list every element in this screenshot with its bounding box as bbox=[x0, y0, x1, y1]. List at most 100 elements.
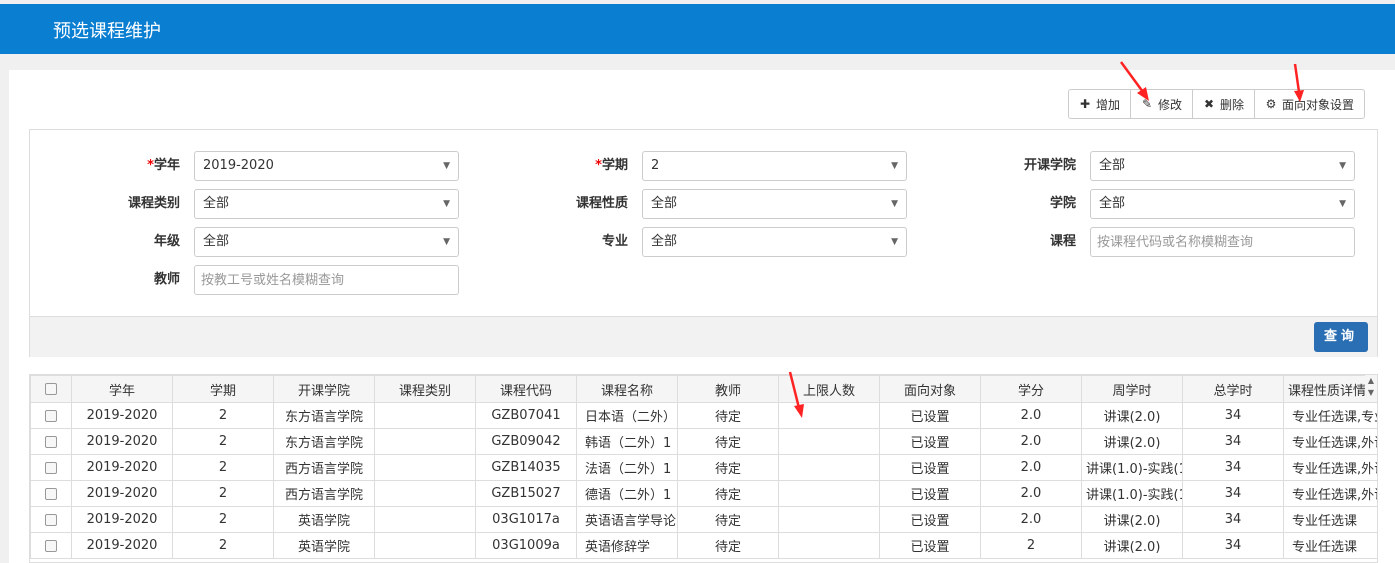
nianji-label: 年级 bbox=[153, 234, 180, 249]
table-cell: 已设置 bbox=[879, 532, 981, 559]
table-cell bbox=[778, 454, 880, 481]
chevron-down-icon: ▼ bbox=[1339, 199, 1346, 209]
table-cell: 34 bbox=[1182, 454, 1284, 481]
row-checkbox[interactable] bbox=[45, 539, 57, 552]
table-cell: 讲课(2.0) bbox=[1081, 428, 1183, 455]
table-cell: 34 bbox=[1182, 532, 1284, 559]
table-cell: 讲课(2.0) bbox=[1081, 506, 1183, 533]
kecheng-leibie-label: 课程类别 bbox=[127, 196, 180, 211]
row-select-cell bbox=[30, 506, 72, 533]
table-cell: 专业任选课 bbox=[1283, 506, 1377, 533]
table-cell bbox=[374, 506, 476, 533]
chevron-down-icon: ▼ bbox=[891, 161, 898, 171]
table-cell: GZB14035 bbox=[475, 454, 577, 481]
column-header[interactable]: 周学时 bbox=[1081, 375, 1183, 403]
table-cell: 2.0 bbox=[980, 428, 1082, 455]
nianji-value: 全部 bbox=[203, 234, 230, 249]
target-settings-button-label: 面向对象设置 bbox=[1282, 97, 1355, 112]
column-header[interactable]: 总学时 bbox=[1182, 375, 1284, 403]
column-header[interactable]: 学分 bbox=[980, 375, 1082, 403]
required-mark: * bbox=[147, 158, 154, 173]
column-header[interactable]: 课程类别 bbox=[374, 375, 476, 403]
row-checkbox[interactable] bbox=[45, 487, 57, 500]
edit-button[interactable]: ✎ 修改 bbox=[1130, 90, 1192, 118]
column-header[interactable]: 学年 bbox=[71, 375, 173, 403]
column-header[interactable]: 教师 bbox=[677, 375, 779, 403]
row-checkbox[interactable] bbox=[45, 409, 57, 422]
row-select-cell bbox=[30, 428, 72, 455]
filter-row-3: 年级 全部 ▼ 专业 全部 ▼ 课程 bbox=[30, 227, 1377, 257]
gear-icon: ⚙ bbox=[1265, 97, 1277, 111]
kecheng-search-input[interactable] bbox=[1090, 227, 1355, 257]
table-row[interactable]: 2019-2020 2 西方语言学院 GZB15027 德语（二外）1 待定 已设置 2.0 讲… bbox=[30, 480, 1377, 507]
table-cell: 03G1017a bbox=[475, 506, 577, 533]
kecheng-xingzhi-select[interactable]: 全部 ▼ bbox=[642, 189, 907, 219]
table-cell: 2.0 bbox=[980, 402, 1082, 429]
page-title: 预选课程维护 bbox=[53, 21, 161, 42]
select-all-checkbox[interactable] bbox=[45, 383, 57, 395]
table-cell: 德语（二外）1 bbox=[576, 480, 678, 507]
table-cell: 讲课(1.0)-实践(1.0) bbox=[1081, 480, 1183, 507]
table-cell: 已设置 bbox=[879, 506, 981, 533]
column-header[interactable]: 开课学院 bbox=[273, 375, 375, 403]
page-header: 预选课程维护 bbox=[0, 4, 1395, 54]
table-row[interactable]: 2019-2020 2 东方语言学院 GZB09042 韩语（二外）1 待定 已设置 2.0 讲… bbox=[30, 428, 1377, 455]
table-cell: 法语（二外）1 bbox=[576, 454, 678, 481]
table-cell: 34 bbox=[1182, 506, 1284, 533]
target-settings-button[interactable]: ⚙ 面向对象设置 bbox=[1254, 90, 1364, 118]
table-cell: 2 bbox=[172, 428, 274, 455]
toolbar: ✚ 增加 ✎ 修改 ✖ 删除 ⚙ 面向对象设置 bbox=[1068, 89, 1366, 119]
table-row[interactable]: 2019-2020 2 东方语言学院 GZB07041 日本语（二外） 待定 已设置 2.0 讲… bbox=[30, 402, 1377, 429]
column-header[interactable]: 课程代码 bbox=[475, 375, 577, 403]
add-button[interactable]: ✚ 增加 bbox=[1069, 90, 1130, 118]
delete-button[interactable]: ✖ 删除 bbox=[1192, 90, 1254, 118]
row-checkbox[interactable] bbox=[45, 435, 57, 448]
column-header[interactable]: 上限人数 bbox=[778, 375, 880, 403]
table-row[interactable]: 2019-2020 2 英语学院 03G1017a 英语语言学导论 待定 已设置 2.0 讲课(… bbox=[30, 506, 1377, 533]
table-row[interactable]: 2019-2020 2 英语学院 03G1009a 英语修辞学 待定 已设置 2 讲课(2.0)… bbox=[30, 532, 1377, 559]
chevron-down-icon: ▼ bbox=[443, 199, 450, 209]
column-header[interactable]: 学期 bbox=[172, 375, 274, 403]
row-checkbox[interactable] bbox=[45, 513, 57, 526]
table-cell: 英语语言学导论 bbox=[576, 506, 678, 533]
table-cell: 34 bbox=[1182, 402, 1284, 429]
column-header[interactable]: 课程性质详情 bbox=[1283, 375, 1377, 403]
xueyuan-select[interactable]: 全部 ▼ bbox=[1090, 189, 1355, 219]
table-cell: GZB07041 bbox=[475, 402, 577, 429]
table-cell: 2019-2020 bbox=[71, 402, 173, 429]
filter-row-1: *学年 2019-2020 ▼ *学期 2 ▼ 开课学院 全部 ▼ bbox=[30, 151, 1377, 181]
chevron-down-icon: ▼ bbox=[891, 199, 898, 209]
table-cell: 2.0 bbox=[980, 480, 1082, 507]
row-checkbox[interactable] bbox=[45, 461, 57, 474]
kaike-xueyuan-select[interactable]: 全部 ▼ bbox=[1090, 151, 1355, 181]
column-header[interactable]: 面向对象 bbox=[879, 375, 981, 403]
table-cell bbox=[778, 402, 880, 429]
edit-button-label: 修改 bbox=[1158, 97, 1183, 112]
query-button[interactable]: 查询 bbox=[1314, 322, 1368, 352]
table-cell: GZB15027 bbox=[475, 480, 577, 507]
table-cell: 西方语言学院 bbox=[273, 480, 375, 507]
table-cell: 待定 bbox=[677, 454, 779, 481]
table-cell: 34 bbox=[1182, 480, 1284, 507]
table-cell: 2019-2020 bbox=[71, 454, 173, 481]
table-cell bbox=[374, 454, 476, 481]
table-cell: 专业任选课,外语 bbox=[1283, 480, 1377, 507]
table-cell: 03G1009a bbox=[475, 532, 577, 559]
table-cell bbox=[778, 428, 880, 455]
chevron-down-icon: ▼ bbox=[1339, 161, 1346, 171]
table-row[interactable]: 2019-2020 2 西方语言学院 GZB14035 法语（二外）1 待定 已设置 2.0 讲… bbox=[30, 454, 1377, 481]
column-scroll-icon[interactable]: ▲ ▼ bbox=[1365, 375, 1377, 402]
kecheng-leibie-select[interactable]: 全部 ▼ bbox=[194, 189, 459, 219]
required-mark: * bbox=[595, 158, 602, 173]
kecheng-label: 课程 bbox=[1049, 234, 1076, 249]
table-cell: 英语学院 bbox=[273, 532, 375, 559]
xueqi-select[interactable]: 2 ▼ bbox=[642, 151, 907, 181]
xuenian-select[interactable]: 2019-2020 ▼ bbox=[194, 151, 459, 181]
jiaoshi-search-input[interactable] bbox=[194, 265, 459, 295]
table-cell: 待定 bbox=[677, 428, 779, 455]
zhuanye-select[interactable]: 全部 ▼ bbox=[642, 227, 907, 257]
table-cell: 专业任选课,专业 bbox=[1283, 402, 1377, 429]
chevron-down-icon: ▼ bbox=[443, 161, 450, 171]
nianji-select[interactable]: 全部 ▼ bbox=[194, 227, 459, 257]
column-header[interactable]: 课程名称 bbox=[576, 375, 678, 403]
